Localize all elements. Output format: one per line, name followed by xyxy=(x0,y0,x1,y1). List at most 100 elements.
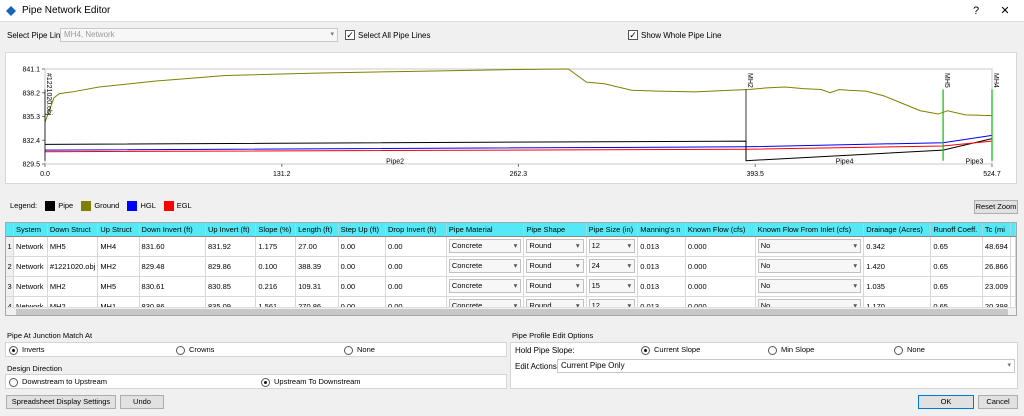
table-cell[interactable]: Concrete xyxy=(446,256,525,277)
spreadsheet-settings-button[interactable]: Spreadsheet Display Settings xyxy=(6,395,116,409)
table-cell[interactable]: No xyxy=(755,256,865,277)
row-number[interactable]: 3 xyxy=(6,276,15,297)
table-cell[interactable]: 829.48 xyxy=(139,256,206,277)
table-cell[interactable]: 1.175 xyxy=(255,236,297,257)
pipe-material-combo[interactable]: Concrete xyxy=(448,279,522,293)
table-cell[interactable]: 15 xyxy=(586,276,639,297)
help-button[interactable]: ? xyxy=(968,3,984,19)
table-cell[interactable]: 830.85 xyxy=(205,276,257,297)
table-cell[interactable]: 1.420 xyxy=(863,256,932,277)
column-header[interactable]: Drainage (Acres) xyxy=(863,223,932,237)
table-row[interactable]: 3 Network MH2 MH5 830.61 830.85 0.216 109.31 0.0… xyxy=(6,276,1016,297)
radio-current-slope[interactable]: Current Slope xyxy=(641,345,700,355)
edit-actions-combo[interactable]: Current Pipe Only ▾ xyxy=(557,359,1015,373)
table-cell[interactable]: 0.013 xyxy=(637,256,686,277)
column-header[interactable]: Tc (mi xyxy=(982,223,1012,237)
table-cell[interactable]: MH4 xyxy=(97,236,140,257)
pipe-material-combo[interactable]: Concrete xyxy=(448,239,522,253)
table-cell[interactable]: 388.39 xyxy=(295,256,339,277)
radio-downstream-to-upstream[interactable]: Downstream to Upstream xyxy=(9,377,107,387)
table-cell[interactable]: 830.61 xyxy=(139,276,206,297)
radio-min-slope[interactable]: Min Slope xyxy=(768,345,814,355)
column-header[interactable]: Pipe Material xyxy=(446,223,525,237)
pipe-shape-combo[interactable]: Round xyxy=(526,239,584,253)
row-number[interactable]: 1 xyxy=(6,236,15,257)
table-cell[interactable]: Round xyxy=(523,276,587,297)
known-flow-inlet-combo[interactable]: No xyxy=(757,279,862,293)
table-cell[interactable]: Round xyxy=(523,256,587,277)
column-header[interactable]: Down Invert (ft) xyxy=(139,223,206,237)
table-cell[interactable]: No xyxy=(755,236,865,257)
table-cell[interactable]: 12 xyxy=(586,236,639,257)
table-cell[interactable]: 0.000 xyxy=(685,256,756,277)
column-header[interactable]: Known Flow From Inlet (cfs) xyxy=(755,223,865,237)
pipe-material-combo[interactable]: Concrete xyxy=(448,259,522,273)
table-cell[interactable]: 831.92 xyxy=(205,236,257,257)
table-cell[interactable]: Round xyxy=(523,236,587,257)
column-header[interactable]: Down Struct xyxy=(47,223,99,237)
column-header[interactable]: Step Up (ft) xyxy=(338,223,386,237)
radio-junction-none[interactable]: None xyxy=(344,345,375,355)
radio-upstream-to-downstream[interactable]: Upstream To Downstream xyxy=(261,377,361,387)
table-cell[interactable]: 0.65 xyxy=(930,276,983,297)
table-cell[interactable]: 48.694 xyxy=(982,236,1012,257)
table-cell[interactable]: 831.60 xyxy=(139,236,206,257)
horizontal-scrollbar[interactable] xyxy=(6,307,1016,315)
select-pipe-line-combo[interactable]: MH4, Network ▾ xyxy=(60,28,338,42)
ok-button[interactable]: OK xyxy=(918,395,974,409)
close-button[interactable]: ✕ xyxy=(996,3,1014,19)
table-cell[interactable]: 0.000 xyxy=(685,276,756,297)
radio-crowns[interactable]: Crowns xyxy=(176,345,214,355)
reset-zoom-button[interactable]: Reset Zoom xyxy=(974,200,1018,214)
table-cell[interactable]: Concrete xyxy=(446,236,525,257)
table-cell[interactable]: MH5 xyxy=(47,236,99,257)
scrollbar-thumb[interactable] xyxy=(16,309,1008,315)
table-cell[interactable]: 0.013 xyxy=(637,276,686,297)
table-cell[interactable]: 0.00 xyxy=(385,276,447,297)
table-cell[interactable]: Concrete xyxy=(446,276,525,297)
table-cell[interactable]: 0.00 xyxy=(338,276,386,297)
column-header[interactable]: Drop Invert (ft) xyxy=(385,223,447,237)
pipe-size-combo[interactable]: 15 xyxy=(588,279,636,293)
table-cell[interactable]: 0.00 xyxy=(338,236,386,257)
table-cell[interactable]: 27.00 xyxy=(295,236,339,257)
table-cell[interactable]: 0.013 xyxy=(637,236,686,257)
column-header[interactable]: System xyxy=(13,223,48,237)
table-cell[interactable]: 26.866 xyxy=(982,256,1012,277)
profile-chart[interactable]: 0.0 131.2 262.3 393.5 524.7 841.1 838.2 835.3 83… xyxy=(5,52,1017,184)
select-all-checkbox[interactable]: ✓ xyxy=(345,30,355,40)
table-cell[interactable]: 0.000 xyxy=(685,236,756,257)
table-cell[interactable]: 829.86 xyxy=(205,256,257,277)
table-cell[interactable]: MH2 xyxy=(47,276,99,297)
table-cell[interactable]: MH5 xyxy=(97,276,140,297)
pipe-shape-combo[interactable]: Round xyxy=(526,259,584,273)
known-flow-inlet-combo[interactable]: No xyxy=(757,259,862,273)
table-cell[interactable]: 0.00 xyxy=(385,236,447,257)
radio-hold-none[interactable]: None xyxy=(894,345,925,355)
table-row[interactable]: 1 Network MH5 MH4 831.60 831.92 1.175 27.00 0.00… xyxy=(6,236,1016,257)
table-cell[interactable]: 0.342 xyxy=(863,236,932,257)
table-cell[interactable]: Network xyxy=(13,256,48,277)
table-cell[interactable]: #1221020.obj xyxy=(47,256,99,277)
radio-inverts[interactable]: Inverts xyxy=(9,345,45,355)
table-cell[interactable]: 0.00 xyxy=(338,256,386,277)
column-header[interactable]: Pipe Size (in) xyxy=(586,223,639,237)
column-header[interactable]: Length (ft) xyxy=(295,223,339,237)
cancel-button[interactable]: Cancel xyxy=(978,395,1018,409)
table-cell[interactable]: 0.65 xyxy=(930,256,983,277)
table-cell[interactable]: 1.035 xyxy=(863,276,932,297)
table-cell[interactable]: 0.65 xyxy=(930,236,983,257)
pipe-size-combo[interactable]: 24 xyxy=(588,259,636,273)
table-cell[interactable]: MH2 xyxy=(97,256,140,277)
table-cell[interactable]: Network xyxy=(13,236,48,257)
column-header[interactable]: Runoff Coeff. xyxy=(930,223,983,237)
table-cell[interactable]: Network xyxy=(13,276,48,297)
table-cell[interactable]: 0.00 xyxy=(385,256,447,277)
table-cell[interactable]: 0.100 xyxy=(255,256,297,277)
column-header[interactable]: Up Invert (ft) xyxy=(205,223,257,237)
table-cell[interactable]: 23.009 xyxy=(982,276,1012,297)
table-row[interactable]: 2 Network #1221020.obj MH2 829.48 829.86 0.100… xyxy=(6,256,1016,277)
table-cell[interactable]: 109.31 xyxy=(295,276,339,297)
show-whole-checkbox[interactable]: ✓ xyxy=(628,30,638,40)
column-header[interactable]: Slope (%) xyxy=(255,223,297,237)
